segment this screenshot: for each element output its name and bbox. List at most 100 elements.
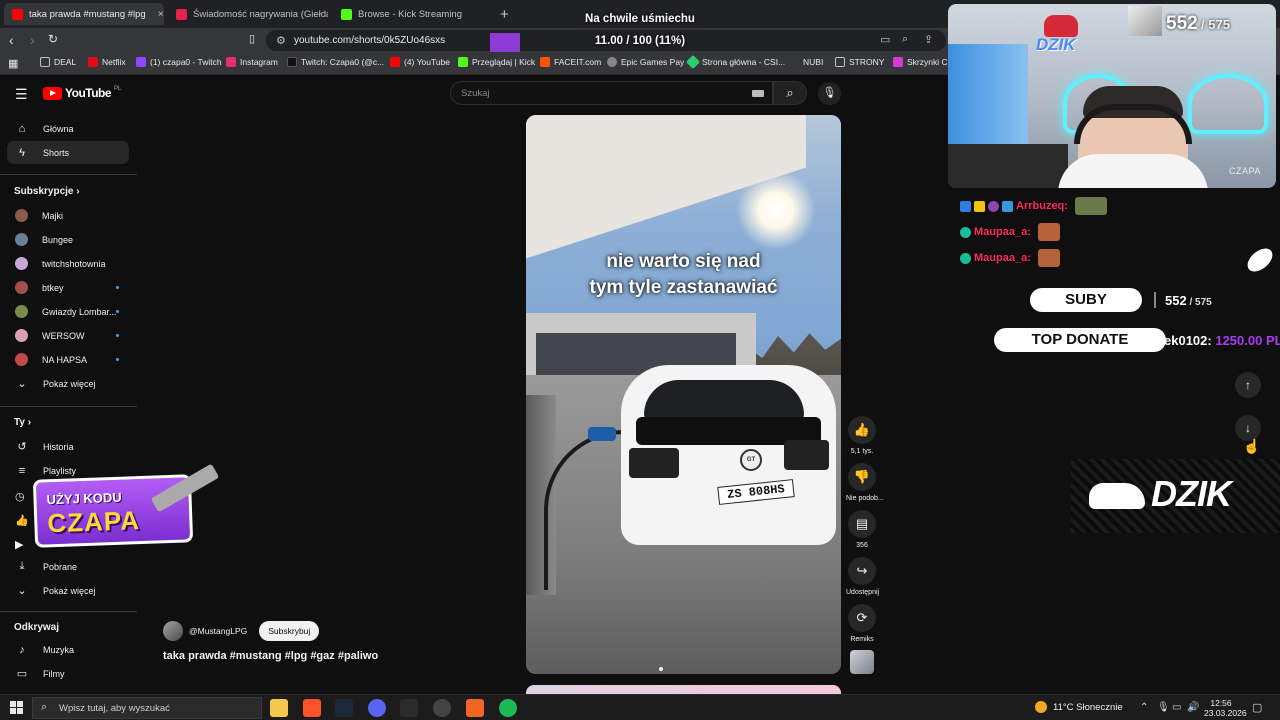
previous-short-button[interactable]: ↑ — [1235, 372, 1261, 398]
show-more-you[interactable]: ⌄ Pokaż więcej — [7, 579, 129, 602]
network-icon[interactable]: ▭ — [1172, 702, 1181, 713]
spotify-icon[interactable] — [499, 699, 517, 717]
bookmark-label: Netflix — [102, 57, 126, 67]
show-more-subscriptions[interactable]: ⌄ Pokaż więcej — [7, 372, 129, 395]
sidebar-item-btkey[interactable]: btkey — [7, 276, 129, 299]
subscribe-button[interactable]: Subskrybuj — [259, 621, 320, 641]
sidebar-item-music[interactable]: ♪ Muzyka — [7, 638, 129, 661]
obs-icon[interactable] — [433, 699, 451, 717]
close-tab-icon[interactable]: × — [158, 9, 164, 20]
share-button[interactable]: ↪ Udostępnij — [846, 557, 879, 596]
liked-icon[interactable]: 👍 — [15, 514, 29, 527]
discord-icon[interactable] — [368, 699, 386, 717]
epic-games-icon[interactable] — [400, 699, 418, 717]
weather-widget[interactable]: 11°C Słonecznie — [1035, 701, 1123, 713]
tab-youtube-short[interactable]: taka prawda #mustang #lpg × — [4, 3, 164, 25]
brave-browser-icon[interactable] — [303, 699, 321, 717]
sidebar-item-movies[interactable]: ▭ Filmy — [7, 662, 129, 685]
kick-favicon-icon — [341, 8, 352, 20]
taskbar-clock[interactable]: 12:56 23.03.2026 — [1204, 698, 1247, 718]
sidebar-item-shorts[interactable]: ϟ Shorts — [7, 141, 129, 164]
comments-button[interactable]: ▤ 356 — [846, 510, 878, 549]
forward-icon[interactable]: › — [30, 32, 35, 48]
bookmark-skrzynki[interactable]: Skrzynki CS — [893, 57, 953, 67]
faceit-app-icon[interactable] — [466, 699, 484, 717]
bookmark-faceit[interactable]: FACEIT.com — [540, 57, 601, 67]
audio-thumbnail[interactable] — [850, 650, 874, 674]
avatar — [15, 209, 28, 222]
subscriptions-header[interactable]: Subskrypcje › — [14, 186, 80, 197]
bookmark-youtube[interactable]: (4) YouTube — [390, 57, 450, 67]
cast-icon[interactable]: ▭ — [880, 33, 890, 46]
back-icon[interactable]: ‹ — [9, 32, 14, 48]
tray-chevron-up-icon[interactable]: ⌃ — [1140, 702, 1148, 713]
you-header[interactable]: Ty › — [14, 417, 31, 428]
dislike-button[interactable]: 👎 Nie podob... — [846, 463, 884, 502]
home-icon: ⌂ — [18, 122, 26, 135]
tab-kick[interactable]: Browse - Kick Streaming — [333, 3, 493, 25]
bookmark-kick[interactable]: Przeglądaj | Kick — [458, 57, 535, 67]
dzik-logo-text: DZIK — [1036, 35, 1076, 54]
bookmark-nubi[interactable]: NUBI — [803, 57, 823, 67]
bookmark-twitch-czapa[interactable]: Twitch: Czapa0 (@c... — [287, 57, 384, 67]
remix-button[interactable]: ⟳ Remiks — [846, 604, 878, 643]
chat-username: Maupaa_a: — [974, 226, 1031, 238]
your-videos-icon[interactable]: ▶ — [15, 538, 23, 551]
watch-later-icon[interactable]: ◷ — [15, 490, 25, 503]
headset — [1074, 104, 1192, 144]
windows-start-icon[interactable] — [10, 701, 23, 714]
bookmark-epic[interactable]: Epic Games Pay — [607, 57, 684, 67]
volume-icon[interactable]: 🔊 — [1187, 702, 1199, 713]
sidebar-item-majki[interactable]: Majki — [7, 204, 129, 227]
sidebar-item-wersow[interactable]: WERSOW — [7, 324, 129, 347]
sidebar-item-downloads[interactable]: ⤓ Pobrane — [7, 555, 129, 578]
bookmark-twitch[interactable]: (1) czapa0 - Twitch — [136, 57, 222, 67]
like-icon: 👍 — [848, 416, 876, 444]
history-icon: ↺ — [17, 441, 27, 453]
search-input[interactable]: Szukaj — [450, 81, 773, 105]
reload-icon[interactable]: ↻ — [48, 32, 58, 46]
microphone-icon[interactable]: 🎙 — [1157, 702, 1170, 713]
folder-icon — [835, 57, 845, 67]
search-button[interactable]: ⌕ — [773, 81, 807, 105]
site-info-icon[interactable]: ⚙ — [276, 34, 286, 47]
suby-goal: 575 — [1195, 297, 1212, 308]
notifications-icon[interactable]: ▢ — [1252, 701, 1262, 714]
apps-grid-icon[interactable]: ▦ — [8, 57, 18, 70]
tab-title: Browse - Kick Streaming — [358, 8, 463, 20]
sidebar-item-label: Gwiazdy Lombar... — [42, 306, 117, 317]
sidebar-item-na-hapsa[interactable]: NA HAPSA — [7, 348, 129, 371]
dzik-logo: DZIK — [1036, 15, 1086, 59]
share-page-icon[interactable]: ⇪ — [924, 33, 933, 46]
bookmark-netflix[interactable]: Netflix — [88, 57, 126, 67]
tab-swiadomosc[interactable]: Świadomość nagrywania (Giełda - Cz — [168, 3, 328, 25]
steam-icon[interactable] — [335, 699, 353, 717]
taskbar-search-input[interactable]: ⌕ Wpisz tutaj, aby wyszukać — [32, 697, 262, 719]
sidebar-item-home[interactable]: ⌂ Główna — [7, 117, 129, 140]
bookmark-label: Skrzynki CS — [907, 57, 954, 67]
bookmark-strony[interactable]: STRONY — [835, 57, 884, 67]
sidebar-item-history[interactable]: ↺ Historia — [7, 435, 129, 458]
dislike-icon: 👎 — [848, 463, 876, 491]
playlists-icon: ≡ — [18, 464, 26, 477]
video-title[interactable]: taka prawda #mustang #lpg #gaz #paliwo — [163, 650, 378, 662]
keyboard-icon[interactable] — [752, 90, 764, 97]
shorts-video-player[interactable]: GT ZS 808HS nie warto się nad tym tyle z… — [526, 115, 841, 674]
bookmark-instagram[interactable]: Instagram — [226, 57, 278, 67]
channel-name[interactable]: @MustangLPG — [189, 626, 247, 636]
sidebar-item-label: Bungee — [42, 234, 74, 245]
bookmark-deal[interactable]: DEAL — [40, 57, 76, 67]
sidebar-item-twitchshotownia[interactable]: twitchshotownia — [7, 252, 129, 275]
new-tab-button[interactable]: + — [500, 6, 509, 23]
zoom-icon[interactable]: ⌕ — [902, 33, 908, 46]
file-explorer-icon[interactable] — [270, 699, 288, 717]
sidebar-item-gwiazdy[interactable]: Gwiazdy Lombar... — [7, 300, 129, 323]
next-short-preview[interactable] — [526, 685, 841, 694]
voice-search-button[interactable]: 🎙 — [818, 82, 841, 105]
sub-current: 552 — [1166, 13, 1198, 34]
channel-avatar[interactable] — [163, 621, 183, 641]
bookmark-csi[interactable]: Strona główna - CSI... — [685, 54, 785, 70]
sidebar-item-bungee[interactable]: Bungee — [7, 228, 129, 251]
bookmark-page-icon[interactable]: ▯ — [249, 32, 255, 45]
like-button[interactable]: 👍 5,1 tys. — [846, 416, 878, 455]
